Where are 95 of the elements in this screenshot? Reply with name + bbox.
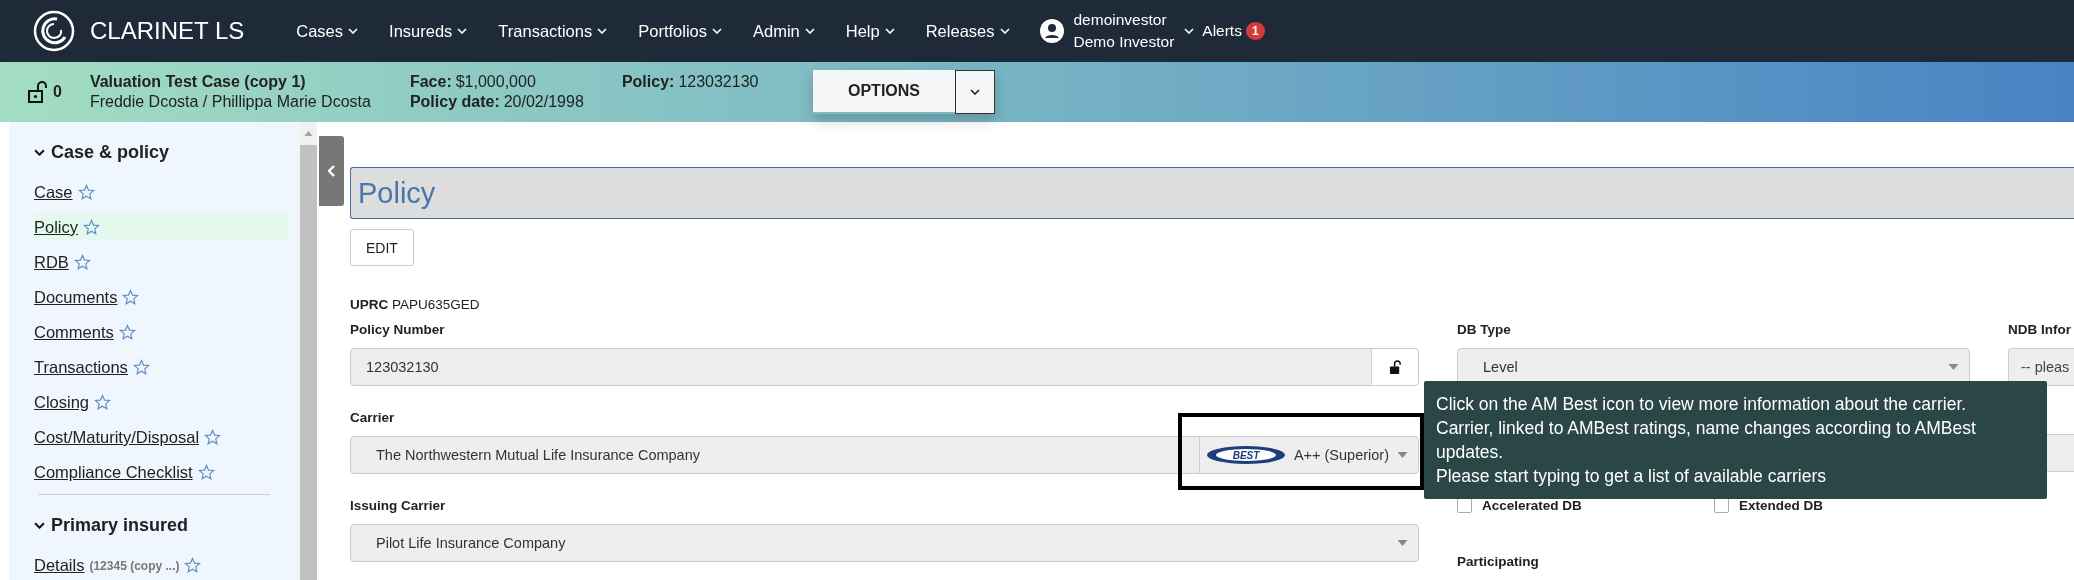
star-icon[interactable] (118, 324, 136, 341)
nav-menu-item[interactable]: Transactions (498, 21, 608, 41)
policy-number-field[interactable]: 123032130 (350, 348, 1419, 386)
case-fact: Policy date: 20/02/1998 (409, 92, 585, 112)
dropdown-caret-icon (1397, 540, 1408, 546)
user-display-name: Demo Investor (1073, 32, 1175, 52)
chevron-down-icon[interactable] (34, 149, 45, 156)
sidebar-link[interactable]: Case (34, 183, 73, 202)
field-label: Issuing Carrier (350, 497, 447, 515)
field-label: Participating (1457, 553, 1540, 571)
page-title: Policy (358, 176, 436, 210)
star-icon[interactable] (204, 429, 222, 446)
unlocked-padlock-icon (1388, 359, 1402, 375)
dropdown-caret-icon (1948, 364, 1959, 370)
insured-names: Freddie Dcosta / Phillippa Marie Dcosta (89, 93, 371, 110)
tooltip-text: Carrier, linked to AMBest ratings, name changes according to AMBest updates. (1436, 417, 1977, 464)
star-icon[interactable] (73, 254, 91, 271)
sidebar-link[interactable]: Transactions (34, 358, 128, 377)
checkbox-label: Accelerated DB (1482, 497, 1582, 513)
alert-count: 1 (1245, 22, 1265, 40)
sidebar-item[interactable]: Closing (34, 389, 289, 416)
star-icon[interactable] (122, 289, 140, 306)
chevron-down-icon[interactable] (34, 522, 45, 529)
star-icon[interactable] (184, 557, 202, 574)
unlocked-padlock-icon (28, 81, 48, 103)
sidebar-item[interactable]: Details (12345 (copy ...) (34, 552, 289, 579)
star-icon[interactable] (94, 394, 112, 411)
nav-menu-item[interactable]: Help (845, 21, 895, 41)
options-dropdown-button[interactable] (955, 70, 995, 114)
sidebar-item[interactable]: Transactions (34, 354, 289, 381)
options-button[interactable]: OPTIONS (813, 70, 955, 112)
chevron-down-icon (1184, 28, 1195, 34)
edit-button[interactable]: EDIT (350, 229, 414, 266)
chevron-down-icon (999, 28, 1010, 34)
sidebar-link[interactable]: Comments (34, 323, 114, 342)
sidebar-link[interactable]: Closing (34, 393, 90, 412)
app-name: CLARINET LS (90, 17, 245, 45)
case-title: Valuation Test Case (copy 1) (89, 72, 307, 92)
collapse-sidebar-button[interactable] (319, 136, 344, 206)
sidebar-item[interactable]: Compliance Checklist (34, 459, 289, 486)
sidebar-item[interactable]: Cost/Maturity/Disposal (34, 424, 289, 451)
sidebar-link[interactable]: Documents (34, 288, 118, 307)
uprc-text: UPRC PAPU635GED (350, 297, 481, 312)
case-fact: Policy: 123032130 (621, 72, 760, 92)
dropdown-caret-icon (1397, 452, 1408, 458)
star-icon[interactable] (83, 219, 100, 236)
nav-menu-item[interactable]: Releases (925, 21, 1010, 41)
unlock-button[interactable] (1371, 349, 1418, 385)
case-fact: Face: $1,000,000 (409, 72, 537, 92)
field-label: Carrier (350, 409, 396, 427)
am-best-logo[interactable]: BEST (1205, 445, 1286, 465)
field-label: NDB Infor (2008, 321, 2072, 339)
sidebar-item[interactable]: RDB (34, 249, 289, 276)
issuing-carrier-select[interactable]: Pilot Life Insurance Company (350, 524, 1419, 562)
nav-menu-item[interactable]: Cases (296, 21, 359, 41)
username: demoinvestor (1073, 10, 1168, 30)
lock-count: 0 (53, 83, 62, 101)
scrollbar[interactable] (300, 122, 317, 580)
chevron-down-icon (597, 28, 608, 34)
field-label: DB Type (1457, 321, 1512, 339)
sidebar-section-title[interactable]: Case & policy (51, 142, 170, 163)
chevron-down-icon (884, 28, 895, 34)
chevron-down-icon (804, 28, 815, 34)
sidebar-link[interactable]: Policy (34, 218, 78, 237)
chevron-down-icon (348, 28, 359, 34)
chevron-left-icon (327, 165, 336, 177)
user-avatar-icon[interactable] (1039, 19, 1064, 43)
sidebar-item[interactable]: Case (34, 179, 289, 206)
sidebar-link[interactable]: RDB (34, 253, 69, 272)
logo-icon[interactable] (33, 10, 75, 52)
ndb-select[interactable]: -- pleas (2008, 348, 2074, 386)
star-icon[interactable] (132, 359, 150, 376)
tooltip-text: Please start typing to get a list of available carriers (1436, 465, 1828, 488)
nav-menu-item[interactable]: Insureds (389, 21, 468, 41)
sidebar-link[interactable]: Cost/Maturity/Disposal (34, 428, 200, 447)
sidebar-link[interactable]: Compliance Checklist (34, 463, 193, 482)
scroll-up-icon[interactable] (304, 131, 313, 136)
sidebar-item[interactable]: Documents (34, 284, 289, 311)
alerts-link[interactable]: Alerts (1202, 22, 1242, 40)
chevron-down-icon (712, 28, 722, 34)
sidebar-link[interactable]: Details (34, 556, 85, 575)
star-icon[interactable] (77, 184, 95, 201)
sidebar-item[interactable]: Comments (34, 319, 289, 346)
sidebar-item[interactable]: Policy (34, 214, 289, 241)
nav-menu-item[interactable]: Portfolios (638, 21, 722, 41)
checkbox-label: Extended DB (1739, 497, 1823, 513)
field-label: Policy Number (350, 321, 446, 339)
carrier-field[interactable]: The Northwestern Mutual Life Insurance Company BEST A++ (Superior) (350, 436, 1419, 474)
nav-menu-item[interactable]: Admin (753, 21, 815, 41)
chevron-down-icon (970, 89, 980, 95)
carrier-rating: A++ (Superior) (1293, 447, 1389, 463)
star-icon[interactable] (197, 464, 215, 481)
tooltip-text: Click on the AM Best icon to view more information about the carrier. (1436, 393, 1968, 416)
chevron-down-icon (457, 28, 468, 34)
sidebar-section-title[interactable]: Primary insured (51, 515, 189, 536)
